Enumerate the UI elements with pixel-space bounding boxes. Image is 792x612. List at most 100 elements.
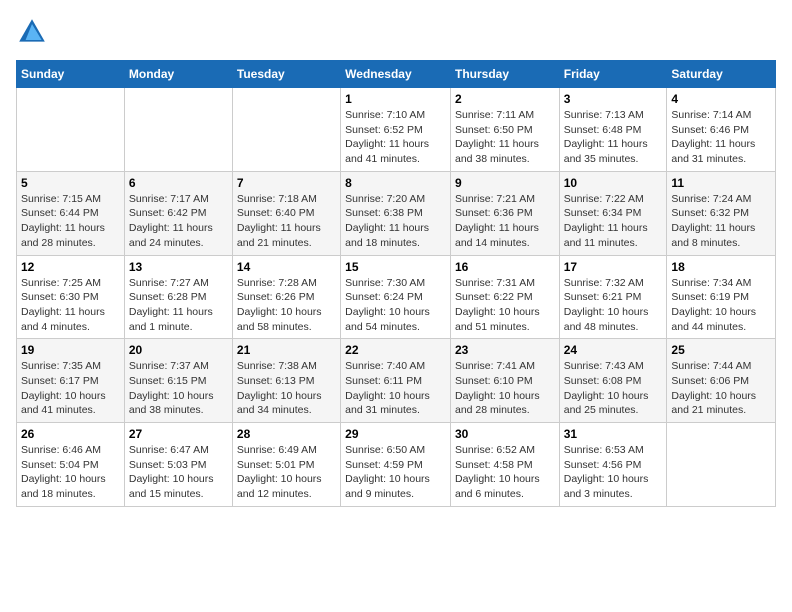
- calendar-cell: 22 Sunrise: 7:40 AM Sunset: 6:11 PM Dayli…: [341, 339, 451, 423]
- day-number: 18: [671, 260, 771, 274]
- calendar-cell: 13 Sunrise: 7:27 AM Sunset: 6:28 PM Dayli…: [124, 255, 232, 339]
- day-info: Sunrise: 6:50 AM Sunset: 4:59 PM Dayligh…: [345, 443, 446, 502]
- calendar-cell: 19Sunrise: 7:35 AM Sunset: 6:17 PM Dayli…: [17, 339, 125, 423]
- day-header-wednesday: Wednesday: [341, 61, 451, 88]
- day-number: 4: [671, 92, 771, 106]
- day-info: Sunrise: 7:38 AM Sunset: 6:13 PM Dayligh…: [237, 359, 336, 418]
- day-number: 28: [237, 427, 336, 441]
- day-header-monday: Monday: [124, 61, 232, 88]
- day-number: 11: [671, 176, 771, 190]
- calendar-cell: 10 Sunrise: 7:22 AM Sunset: 6:34 PM Dayli…: [559, 171, 667, 255]
- calendar: SundayMondayTuesdayWednesdayThursdayFrid…: [16, 60, 776, 507]
- logo: [16, 16, 52, 48]
- day-info: Sunrise: 7:15 AM Sunset: 6:44 PM Dayligh…: [21, 192, 120, 251]
- day-number: 1: [345, 92, 446, 106]
- calendar-cell: 23 Sunrise: 7:41 AM Sunset: 6:10 PM Dayli…: [450, 339, 559, 423]
- day-info: Sunrise: 7:37 AM Sunset: 6:15 PM Dayligh…: [129, 359, 228, 418]
- calendar-cell: 31Sunrise: 6:53 AM Sunset: 4:56 PM Dayli…: [559, 423, 667, 507]
- day-info: Sunrise: 7:30 AM Sunset: 6:24 PM Dayligh…: [345, 276, 446, 335]
- day-number: 20: [129, 343, 228, 357]
- calendar-cell: [232, 88, 340, 172]
- calendar-cell: 4 Sunrise: 7:14 AM Sunset: 6:46 PM Daylig…: [667, 88, 776, 172]
- day-info: Sunrise: 7:27 AM Sunset: 6:28 PM Dayligh…: [129, 276, 228, 335]
- day-number: 2: [455, 92, 555, 106]
- day-number: 25: [671, 343, 771, 357]
- day-number: 22: [345, 343, 446, 357]
- day-info: Sunrise: 7:34 AM Sunset: 6:19 PM Dayligh…: [671, 276, 771, 335]
- day-info: Sunrise: 7:44 AM Sunset: 6:06 PM Dayligh…: [671, 359, 771, 418]
- day-info: Sunrise: 6:47 AM Sunset: 5:03 PM Dayligh…: [129, 443, 228, 502]
- day-info: Sunrise: 6:46 AM Sunset: 5:04 PM Dayligh…: [21, 443, 120, 502]
- day-number: 16: [455, 260, 555, 274]
- day-header-sunday: Sunday: [17, 61, 125, 88]
- calendar-cell: 29 Sunrise: 6:50 AM Sunset: 4:59 PM Dayli…: [341, 423, 451, 507]
- day-number: 5: [21, 176, 120, 190]
- day-number: 8: [345, 176, 446, 190]
- calendar-cell: 17 Sunrise: 7:32 AM Sunset: 6:21 PM Dayli…: [559, 255, 667, 339]
- day-info: Sunrise: 7:20 AM Sunset: 6:38 PM Dayligh…: [345, 192, 446, 251]
- day-number: 23: [455, 343, 555, 357]
- day-number: 30: [455, 427, 555, 441]
- calendar-cell: 26 Sunrise: 6:46 AM Sunset: 5:04 PM Dayli…: [17, 423, 125, 507]
- calendar-cell: 21 Sunrise: 7:38 AM Sunset: 6:13 PM Dayli…: [232, 339, 340, 423]
- calendar-cell: 2Sunrise: 7:11 AM Sunset: 6:50 PM Daylig…: [450, 88, 559, 172]
- day-info: Sunrise: 7:28 AM Sunset: 6:26 PM Dayligh…: [237, 276, 336, 335]
- day-number: 29: [345, 427, 446, 441]
- day-header-friday: Friday: [559, 61, 667, 88]
- day-number: 26: [21, 427, 120, 441]
- day-number: 27: [129, 427, 228, 441]
- week-row-1: 1Sunrise: 7:10 AM Sunset: 6:52 PM Daylig…: [17, 88, 776, 172]
- calendar-cell: 30 Sunrise: 6:52 AM Sunset: 4:58 PM Dayli…: [450, 423, 559, 507]
- day-info: Sunrise: 7:41 AM Sunset: 6:10 PM Dayligh…: [455, 359, 555, 418]
- calendar-cell: 14Sunrise: 7:28 AM Sunset: 6:26 PM Dayli…: [232, 255, 340, 339]
- day-number: 9: [455, 176, 555, 190]
- day-number: 7: [237, 176, 336, 190]
- day-info: Sunrise: 7:21 AM Sunset: 6:36 PM Dayligh…: [455, 192, 555, 251]
- day-info: Sunrise: 7:22 AM Sunset: 6:34 PM Dayligh…: [564, 192, 663, 251]
- week-row-3: 12 Sunrise: 7:25 AM Sunset: 6:30 PM Dayli…: [17, 255, 776, 339]
- day-info: Sunrise: 7:14 AM Sunset: 6:46 PM Dayligh…: [671, 108, 771, 167]
- day-number: 15: [345, 260, 446, 274]
- week-row-4: 19Sunrise: 7:35 AM Sunset: 6:17 PM Dayli…: [17, 339, 776, 423]
- day-info: Sunrise: 7:25 AM Sunset: 6:30 PM Dayligh…: [21, 276, 120, 335]
- day-number: 17: [564, 260, 663, 274]
- calendar-cell: 25 Sunrise: 7:44 AM Sunset: 6:06 PM Dayli…: [667, 339, 776, 423]
- week-row-2: 5 Sunrise: 7:15 AM Sunset: 6:44 PM Daylig…: [17, 171, 776, 255]
- calendar-cell: 3 Sunrise: 7:13 AM Sunset: 6:48 PM Daylig…: [559, 88, 667, 172]
- calendar-cell: 7 Sunrise: 7:18 AM Sunset: 6:40 PM Daylig…: [232, 171, 340, 255]
- day-header-thursday: Thursday: [450, 61, 559, 88]
- day-info: Sunrise: 7:40 AM Sunset: 6:11 PM Dayligh…: [345, 359, 446, 418]
- calendar-cell: 8 Sunrise: 7:20 AM Sunset: 6:38 PM Daylig…: [341, 171, 451, 255]
- calendar-cell: 6Sunrise: 7:17 AM Sunset: 6:42 PM Daylig…: [124, 171, 232, 255]
- day-header-tuesday: Tuesday: [232, 61, 340, 88]
- calendar-cell: 15 Sunrise: 7:30 AM Sunset: 6:24 PM Dayli…: [341, 255, 451, 339]
- calendar-cell: [667, 423, 776, 507]
- calendar-cell: 9 Sunrise: 7:21 AM Sunset: 6:36 PM Daylig…: [450, 171, 559, 255]
- day-info: Sunrise: 7:18 AM Sunset: 6:40 PM Dayligh…: [237, 192, 336, 251]
- day-number: 3: [564, 92, 663, 106]
- day-info: Sunrise: 6:49 AM Sunset: 5:01 PM Dayligh…: [237, 443, 336, 502]
- logo-icon: [16, 16, 48, 48]
- week-row-5: 26 Sunrise: 6:46 AM Sunset: 5:04 PM Dayli…: [17, 423, 776, 507]
- calendar-cell: 5 Sunrise: 7:15 AM Sunset: 6:44 PM Daylig…: [17, 171, 125, 255]
- day-info: Sunrise: 7:31 AM Sunset: 6:22 PM Dayligh…: [455, 276, 555, 335]
- calendar-cell: 16 Sunrise: 7:31 AM Sunset: 6:22 PM Dayli…: [450, 255, 559, 339]
- day-number: 10: [564, 176, 663, 190]
- page-header: [16, 16, 776, 48]
- calendar-cell: 12 Sunrise: 7:25 AM Sunset: 6:30 PM Dayli…: [17, 255, 125, 339]
- day-number: 21: [237, 343, 336, 357]
- day-info: Sunrise: 7:24 AM Sunset: 6:32 PM Dayligh…: [671, 192, 771, 251]
- day-info: Sunrise: 6:52 AM Sunset: 4:58 PM Dayligh…: [455, 443, 555, 502]
- day-header-saturday: Saturday: [667, 61, 776, 88]
- day-number: 31: [564, 427, 663, 441]
- day-number: 13: [129, 260, 228, 274]
- day-info: Sunrise: 7:32 AM Sunset: 6:21 PM Dayligh…: [564, 276, 663, 335]
- calendar-header-row: SundayMondayTuesdayWednesdayThursdayFrid…: [17, 61, 776, 88]
- day-info: Sunrise: 7:43 AM Sunset: 6:08 PM Dayligh…: [564, 359, 663, 418]
- day-number: 24: [564, 343, 663, 357]
- day-info: Sunrise: 7:17 AM Sunset: 6:42 PM Dayligh…: [129, 192, 228, 251]
- day-number: 12: [21, 260, 120, 274]
- day-info: Sunrise: 7:13 AM Sunset: 6:48 PM Dayligh…: [564, 108, 663, 167]
- calendar-cell: 28 Sunrise: 6:49 AM Sunset: 5:01 PM Dayli…: [232, 423, 340, 507]
- calendar-cell: 20 Sunrise: 7:37 AM Sunset: 6:15 PM Dayli…: [124, 339, 232, 423]
